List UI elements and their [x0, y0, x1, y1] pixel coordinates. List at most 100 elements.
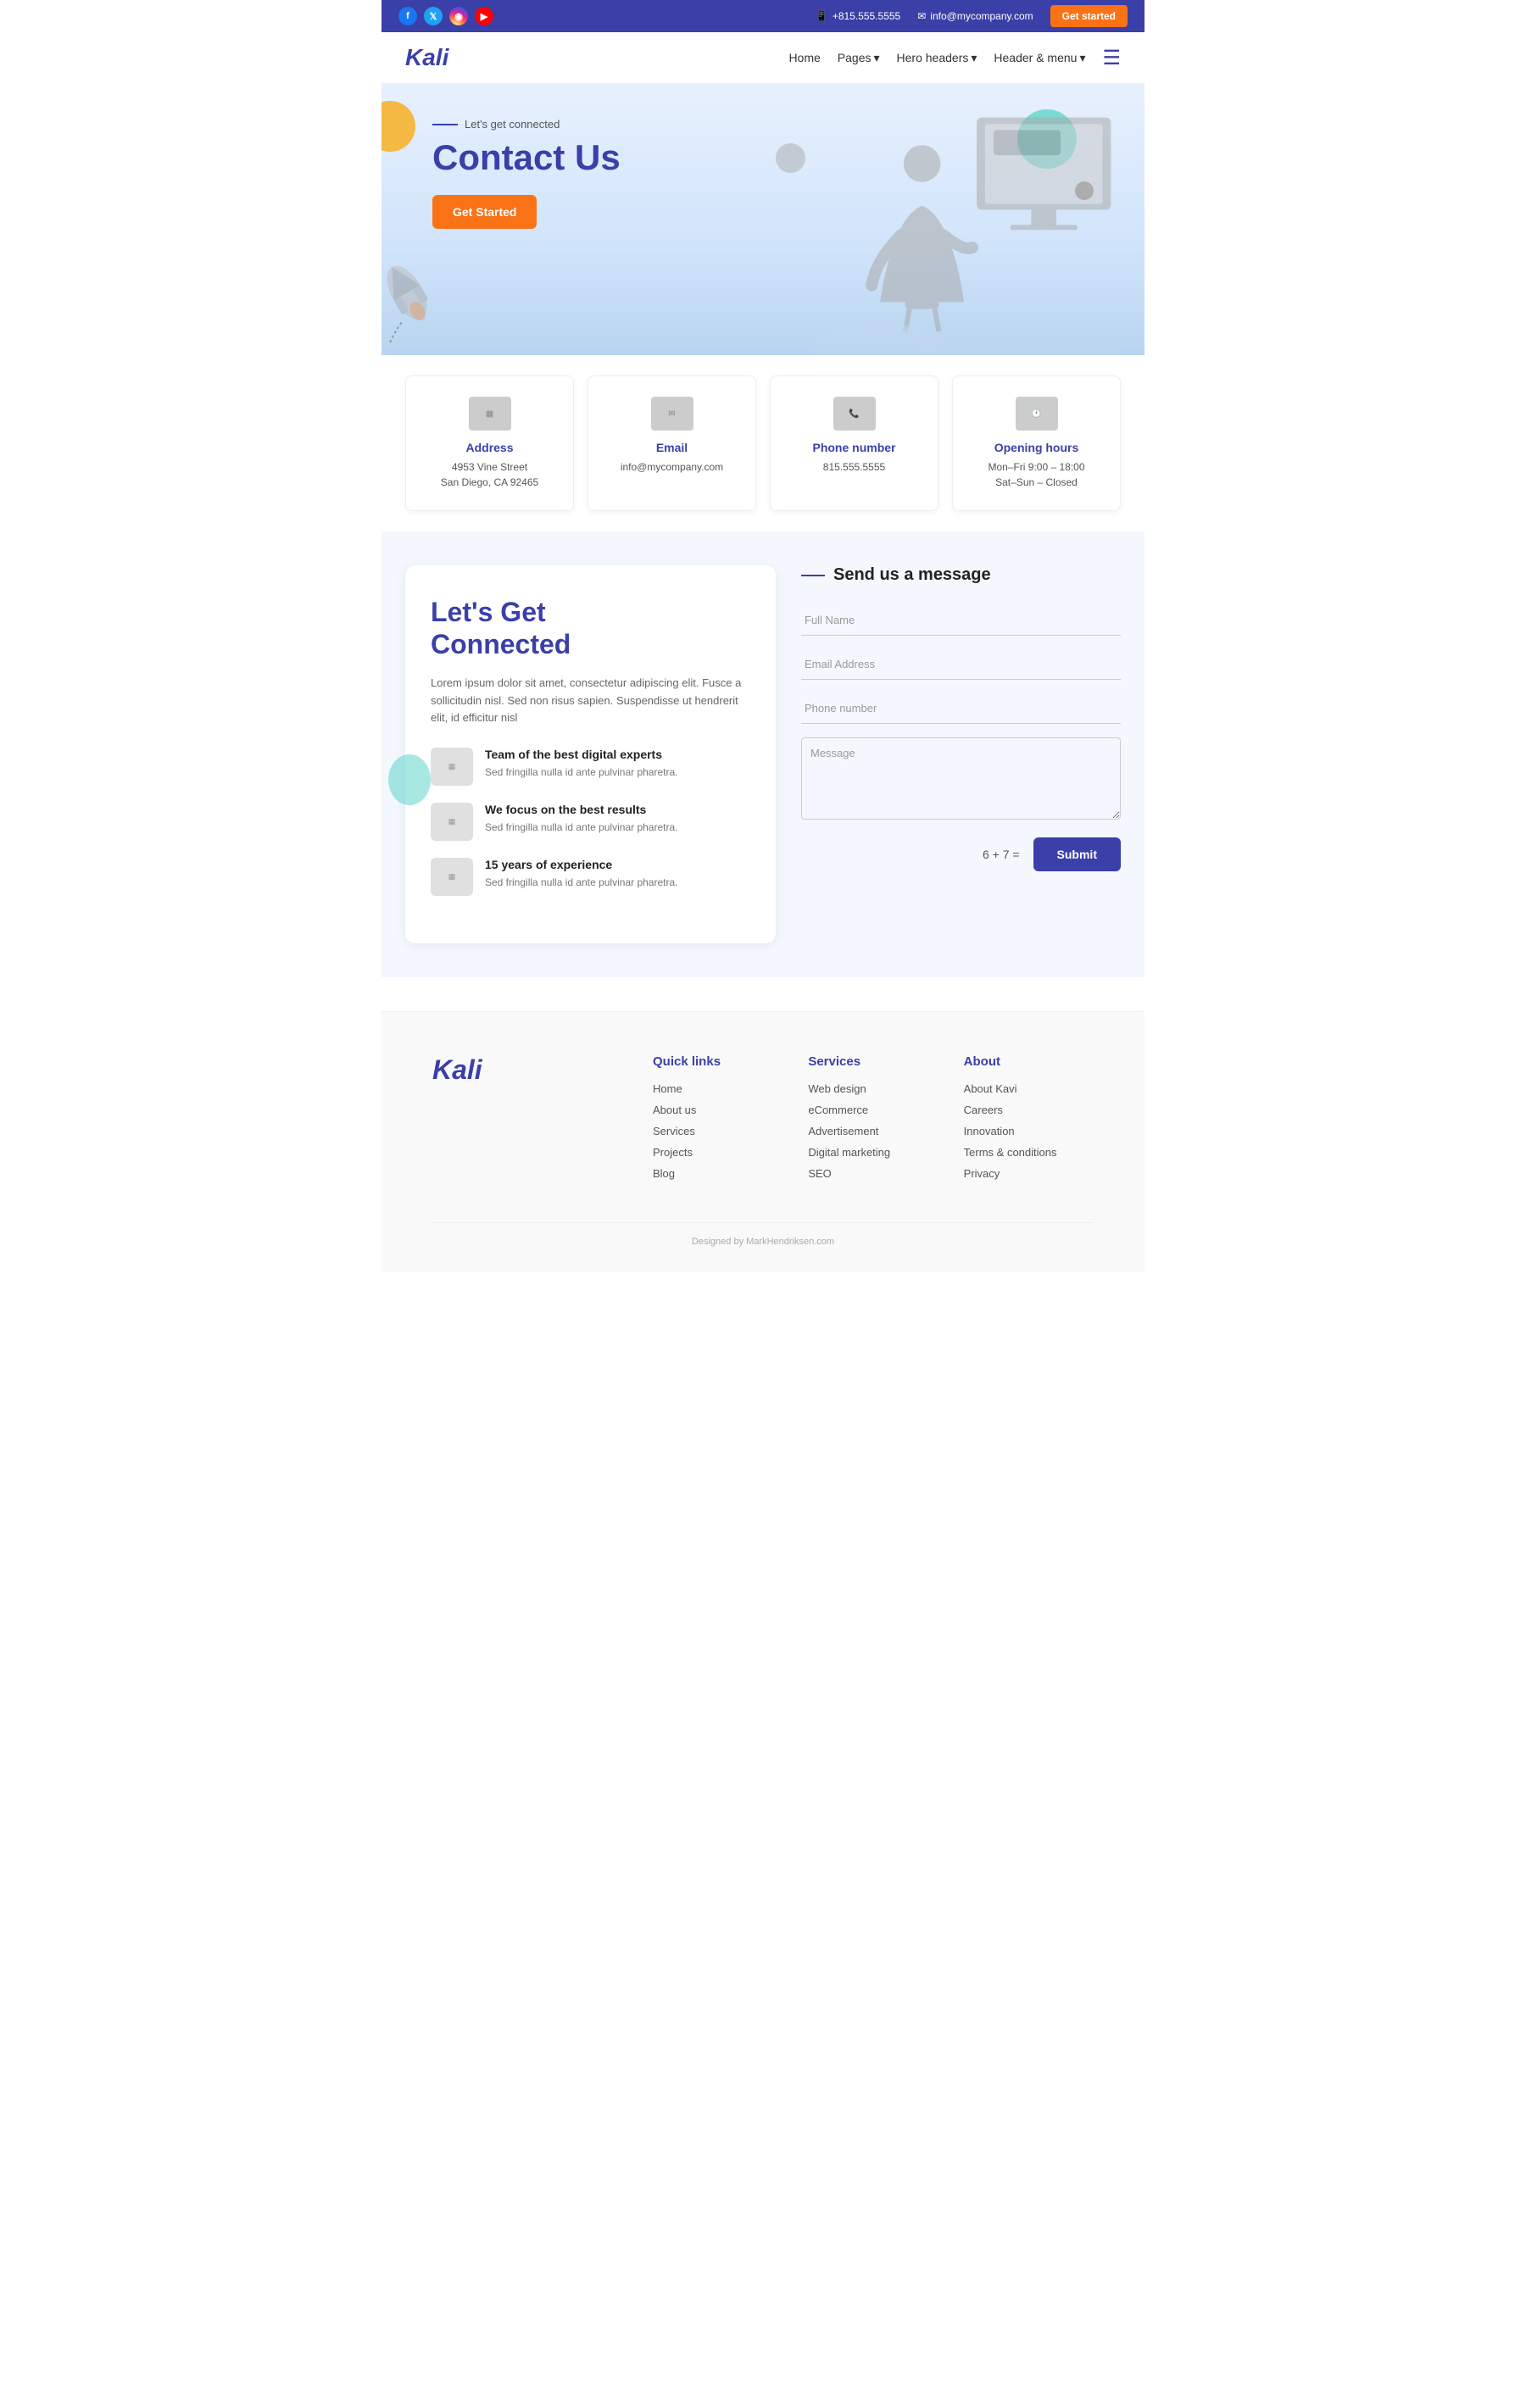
topbar-get-started-button[interactable]: Get started: [1050, 5, 1128, 27]
twitter-icon[interactable]: 𝕏: [424, 7, 443, 25]
email-address: info@mycompany.com: [930, 10, 1033, 22]
phone-card-title: Phone number: [784, 441, 924, 454]
footer-service-ecommerce[interactable]: eCommerce: [808, 1104, 938, 1116]
address-icon: ▦: [469, 397, 511, 431]
address-card: ▦ Address 4953 Vine Street San Diego, CA…: [405, 375, 574, 511]
fullname-input[interactable]: [801, 605, 1121, 636]
email-card-title: Email: [602, 441, 742, 454]
form-header-line: [801, 575, 825, 576]
captcha-label: 6 + 7 =: [983, 848, 1020, 861]
footer-link-home[interactable]: Home: [653, 1082, 782, 1095]
email-card-value: info@mycompany.com: [602, 459, 742, 475]
message-textarea[interactable]: [801, 737, 1121, 820]
feature-title-2: We focus on the best results: [485, 803, 677, 816]
footer-services: Services Web design eCommerce Advertisem…: [808, 1054, 938, 1188]
footer-service-webdesign[interactable]: Web design: [808, 1082, 938, 1095]
main-nav: Home Pages ▾ Hero headers ▾ Header & men…: [788, 46, 1121, 70]
footer-about-careers[interactable]: Careers: [964, 1104, 1094, 1116]
nav-hero-headers[interactable]: Hero headers ▾: [897, 51, 977, 65]
phone-number: +815.555.5555: [833, 10, 900, 22]
footer-link-projects[interactable]: Projects: [653, 1146, 782, 1159]
email-input[interactable]: [801, 649, 1121, 680]
phone-card-icon: 📞: [833, 397, 876, 431]
rocket-icon: [382, 249, 449, 351]
phone-icon: 📱: [816, 10, 828, 22]
feature-item-3: ▦ 15 years of experience Sed fringilla n…: [431, 858, 750, 896]
feature-icon-1: ▦: [431, 748, 473, 786]
form-title: Send us a message: [833, 565, 991, 585]
contact-description: Lorem ipsum dolor sit amet, consectetur …: [431, 675, 750, 727]
hours-icon: 🕐: [1016, 397, 1058, 431]
hero-cta-button[interactable]: Get Started: [432, 195, 537, 229]
footer-about-innovation[interactable]: Innovation: [964, 1125, 1094, 1137]
email-field: [801, 649, 1121, 680]
phone-card-value: 815.555.5555: [784, 459, 924, 475]
nav-header-menu[interactable]: Header & menu ▾: [994, 51, 1085, 65]
footer-link-blog[interactable]: Blog: [653, 1167, 782, 1180]
email-icon: ✉: [917, 10, 926, 22]
message-field: [801, 737, 1121, 824]
rocket-decoration: [382, 249, 449, 355]
footer-bottom: Designed by MarkHendriksen.com: [432, 1222, 1094, 1247]
feature-icon-2: ▦: [431, 803, 473, 841]
footer-about-privacy[interactable]: Privacy: [964, 1167, 1094, 1180]
captcha-row: 6 + 7 = Submit: [801, 837, 1121, 871]
footer-about-kavi[interactable]: About Kavi: [964, 1082, 1094, 1095]
hours-card-title: Opening hours: [966, 441, 1106, 454]
footer-service-advertisement[interactable]: Advertisement: [808, 1125, 938, 1137]
footer-about-terms[interactable]: Terms & conditions: [964, 1146, 1094, 1159]
footer-about-title: About: [964, 1054, 1094, 1069]
facebook-icon[interactable]: f: [398, 7, 417, 25]
main-header: Kali Home Pages ▾ Hero headers ▾ Header …: [382, 32, 1144, 84]
nav-home[interactable]: Home: [788, 51, 820, 64]
footer-quicklinks-title: Quick links: [653, 1054, 782, 1069]
contact-form: 6 + 7 = Submit: [801, 605, 1121, 871]
hero-content: Let's get connected Contact Us Get Start…: [432, 118, 755, 229]
feature-icon-3: ▦: [431, 858, 473, 896]
chevron-down-icon: ▾: [1079, 51, 1085, 65]
instagram-icon[interactable]: ◉: [449, 7, 468, 25]
hero-yellow-circle: [382, 101, 415, 152]
phone-input[interactable]: [801, 693, 1121, 724]
email-link[interactable]: ✉ info@mycompany.com: [917, 10, 1033, 22]
feature-desc-2: Sed fringilla nulla id ante pulvinar pha…: [485, 820, 677, 835]
feature-desc-3: Sed fringilla nulla id ante pulvinar pha…: [485, 875, 677, 890]
contact-left-panel: Let's Get Connected Lorem ipsum dolor si…: [405, 565, 776, 943]
hero-title: Contact Us: [432, 137, 755, 178]
footer-service-seo[interactable]: SEO: [808, 1167, 938, 1180]
info-cards-section: ▦ Address 4953 Vine Street San Diego, CA…: [382, 355, 1144, 531]
footer-link-about[interactable]: About us: [653, 1104, 782, 1116]
nav-pages[interactable]: Pages ▾: [838, 51, 880, 65]
phone-link[interactable]: 📱 +815.555.5555: [816, 10, 900, 22]
youtube-icon[interactable]: ▶: [475, 7, 493, 25]
contact-section: Let's Get Connected Lorem ipsum dolor si…: [382, 531, 1144, 977]
hours-line1: Mon–Fri 9:00 – 18:00: [966, 459, 1106, 475]
feature-text-2: We focus on the best results Sed fringil…: [485, 803, 677, 835]
hamburger-icon[interactable]: ☰: [1102, 46, 1121, 70]
hours-card: 🕐 Opening hours Mon–Fri 9:00 – 18:00 Sat…: [952, 375, 1121, 511]
email-card: ✉ Email info@mycompany.com: [588, 375, 756, 511]
feature-title-1: Team of the best digital experts: [485, 748, 677, 761]
feature-item-1: ▦ Team of the best digital experts Sed f…: [431, 748, 750, 786]
feature-item-2: ▦ We focus on the best results Sed fring…: [431, 803, 750, 841]
contact-title: Let's Get Connected: [431, 596, 750, 661]
top-bar-contact: 📱 +815.555.5555 ✉ info@mycompany.com Get…: [816, 5, 1128, 27]
form-header: Send us a message: [801, 565, 1121, 585]
hero-eyebrow-line: [432, 124, 458, 125]
contact-form-panel: Send us a message 6 + 7 = Submit: [801, 565, 1121, 871]
footer-services-title: Services: [808, 1054, 938, 1069]
footer-service-digitalmarketing[interactable]: Digital marketing: [808, 1146, 938, 1159]
footer-about: About About Kavi Careers Innovation Term…: [964, 1054, 1094, 1188]
chevron-down-icon: ▾: [874, 51, 880, 65]
footer-link-services[interactable]: Services: [653, 1125, 782, 1137]
footer-logo[interactable]: Kali: [432, 1054, 627, 1086]
submit-button[interactable]: Submit: [1033, 837, 1121, 871]
footer: Kali Quick links Home About us Services …: [382, 1011, 1144, 1272]
hero-section: Let's get connected Contact Us Get Start…: [382, 84, 1144, 355]
site-logo[interactable]: Kali: [405, 44, 448, 71]
social-links: f 𝕏 ◉ ▶: [398, 7, 493, 25]
footer-brand: Kali: [432, 1054, 627, 1188]
chevron-down-icon: ▾: [971, 51, 977, 65]
phone-field: [801, 693, 1121, 724]
teal-blob-decoration: [388, 754, 431, 805]
